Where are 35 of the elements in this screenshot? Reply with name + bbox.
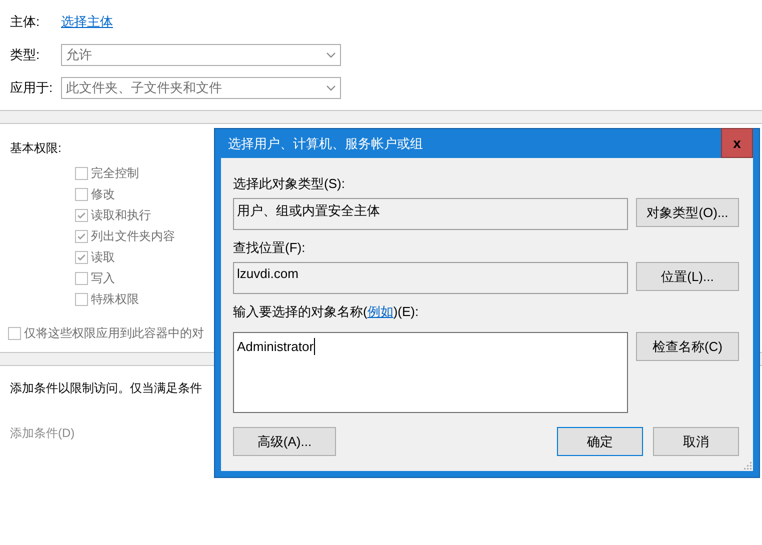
field-label: 输入要选择的对象名称(例如)(E): — [233, 303, 419, 319]
locations-button[interactable]: 位置(L)... — [636, 262, 739, 291]
dialog-button[interactable]: 取消 — [653, 427, 739, 456]
field-label: 应用于: — [10, 79, 54, 97]
field-label: 查找位置(F): — [233, 239, 306, 255]
dialog-button[interactable]: 高级(A)... — [233, 427, 336, 456]
dialog-title: 选择用户、计算机、服务帐户或组 — [228, 134, 423, 152]
checkbox-label: 修改 — [91, 186, 115, 203]
checkbox-label: 写入 — [91, 270, 115, 287]
dialog-button[interactable]: 确定 — [557, 427, 643, 456]
input-field[interactable]: Administrator — [233, 332, 628, 413]
chevron-down-icon — [326, 52, 336, 58]
close-button[interactable]: x — [721, 128, 753, 158]
checkbox-label: 读取 — [91, 249, 115, 266]
check-names-button[interactable]: 检查名称(C) — [636, 332, 739, 361]
text-cursor — [314, 338, 315, 355]
resize-grip-icon[interactable] — [742, 460, 752, 470]
field-label: 选择此对象类型(S): — [233, 175, 345, 191]
checkbox-label: 特殊权限 — [91, 291, 139, 308]
dropdown[interactable]: 允许 — [61, 44, 341, 66]
location-field: lzuvdi.com — [233, 262, 628, 294]
field-label: 类型: — [10, 46, 41, 64]
object-types-button[interactable]: 对象类型(O)... — [636, 198, 739, 227]
section-heading: 基本权限: — [10, 140, 62, 156]
chevron-down-icon — [326, 85, 336, 91]
examples-link[interactable]: 例如 — [367, 304, 394, 319]
object-type-field: 用户、组或内置安全主体 — [233, 198, 628, 230]
select-principal-link[interactable]: 选择主体 — [61, 13, 113, 31]
checkbox-label: 仅将这些权限应用到此容器中的对 — [24, 325, 204, 342]
checkbox-label: 读取和执行 — [91, 207, 151, 224]
checkbox-label: 完全控制 — [91, 165, 139, 182]
field-label: 主体: — [10, 13, 41, 31]
checkbox-label: 列出文件夹内容 — [91, 228, 175, 245]
dropdown[interactable]: 此文件夹、子文件夹和文件 — [61, 77, 341, 99]
conditions-text: 添加条件以限制访问。仅当满足条件 — [10, 380, 203, 397]
